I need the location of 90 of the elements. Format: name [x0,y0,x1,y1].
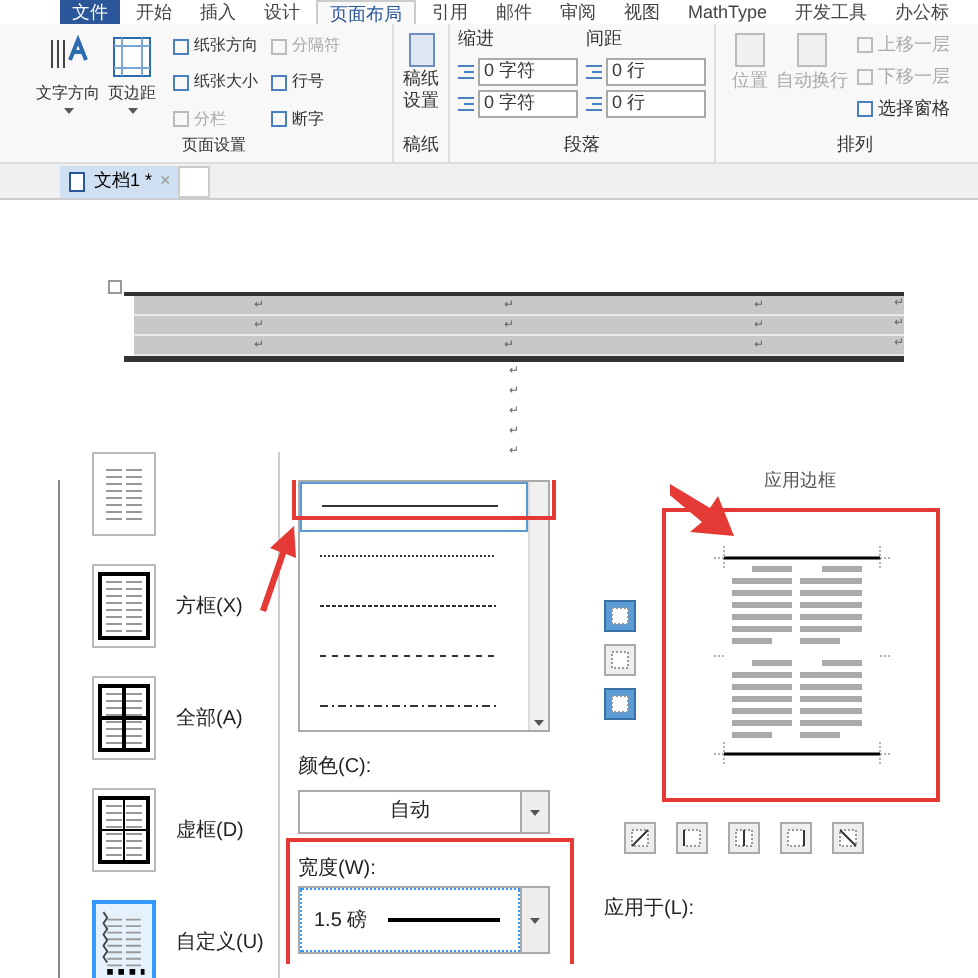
document-icon [407,32,435,68]
line-style-option[interactable] [300,482,528,532]
box-border-icon [94,568,154,644]
border-icon [610,606,630,626]
ribbon-button[interactable]: 行号 [270,68,356,97]
ribbon-tab[interactable]: 审阅 [548,0,608,24]
line-sample-icon [387,918,500,922]
ribbon-tab[interactable]: 文件 [60,0,120,24]
group-title: 页面设置 [180,134,248,158]
border-toggle-button[interactable] [624,822,656,854]
border-toggle-button[interactable] [604,688,636,720]
tab-label: 文档1 * [94,168,153,195]
line-style-list[interactable] [298,480,550,732]
ribbon-tab[interactable]: 视图 [612,0,672,24]
ribbon-tab[interactable]: 设计 [252,0,312,24]
apply-to-label: 应用于(L): [604,895,696,924]
setting-option[interactable] [92,788,156,872]
border-icon [610,650,630,670]
border-toggle-button[interactable] [604,600,636,632]
ribbon-button[interactable]: 选择窗格 [856,96,950,122]
table-move-handle[interactable] [108,280,122,294]
setting-label: 虚框(D) [176,817,244,845]
caret-icon [127,108,137,114]
border-toggle-button[interactable] [676,822,708,854]
color-dropdown[interactable]: 自动 [298,790,550,834]
ribbon-tab[interactable]: 开发工具 [783,0,880,24]
spin-field[interactable]: 0 行 [606,89,706,117]
ribbon-button[interactable]: 稿纸设置 [401,32,441,131]
setting-label: 方框(X) [176,593,243,621]
grid-border-icon [94,792,154,868]
spin-field[interactable]: 0 字符 [478,89,578,117]
setting-label: 全部(A) [176,705,243,733]
group-title: 稿纸 [403,131,439,157]
indent-icon [458,63,474,79]
indent-icon [586,63,602,79]
border-toggle-button[interactable] [832,822,864,854]
border-icon [630,828,650,848]
ribbon-button[interactable]: 断字 [270,105,356,134]
picture-frame-icon [796,32,828,68]
border-toggle-button[interactable] [780,822,812,854]
border-toggle-button[interactable] [604,644,636,676]
ribbon-tab[interactable]: 插入 [188,0,248,24]
spacing-label: 间距 [586,26,622,52]
spin-field[interactable]: 0 字符 [478,57,578,85]
line-sample-icon [320,703,496,708]
indent-icon [458,95,474,111]
caret-icon [63,108,73,114]
ribbon-tab[interactable]: 办公标 [883,0,962,24]
border-icon [786,828,806,848]
margins-icon [110,32,154,80]
caret-icon [534,720,544,726]
ribbon-tab[interactable]: 开始 [124,0,184,24]
caret-icon [530,809,540,815]
setting-option[interactable] [92,564,156,648]
ribbon-button[interactable]: 纸张方向 [172,32,258,60]
scrollbar[interactable] [528,482,548,730]
border-icon [734,828,754,848]
document-tab[interactable]: 文档1 * × [60,166,179,198]
width-dropdown[interactable]: 1.5 磅 [298,886,550,954]
document-icon [68,172,86,192]
spin-field[interactable]: 0 行 [606,57,706,85]
border-icon [838,828,858,848]
indent-label: 缩进 [458,26,496,52]
ribbon-tab[interactable]: 引用 [420,0,480,24]
ribbon-button[interactable]: 纸张大小 [172,68,258,97]
width-label: 宽度(W): [298,855,378,884]
line-sample-icon [320,554,496,559]
ribbon-button[interactable]: 页边距 [108,32,156,134]
border-icon [610,694,630,714]
group-title: 段落 [562,131,602,157]
picture-frame-icon [734,32,766,68]
caret-icon [530,917,540,923]
arrow-icon [256,524,296,612]
ribbon-tab[interactable]: 页面布局 [316,0,416,24]
ribbon-tab[interactable]: MathType [676,0,780,24]
indent-icon [586,95,602,111]
setting-label: 自定义(U) [176,929,264,957]
ribbon-button[interactable]: 文字方向 [36,32,100,134]
color-label: 颜色(C): [298,753,374,782]
line-sample-icon [320,653,496,658]
group-title: 排列 [835,131,875,157]
setting-option[interactable] [92,900,156,978]
ribbon-tab[interactable]: 邮件 [484,0,544,24]
setting-option[interactable] [92,676,156,760]
all-border-icon [94,680,154,756]
border-icon [682,828,702,848]
line-sample-icon [320,604,496,609]
preview-heading: 应用边框 [764,468,838,494]
line-sample-icon [322,504,498,509]
border-toggle-button[interactable] [728,822,760,854]
